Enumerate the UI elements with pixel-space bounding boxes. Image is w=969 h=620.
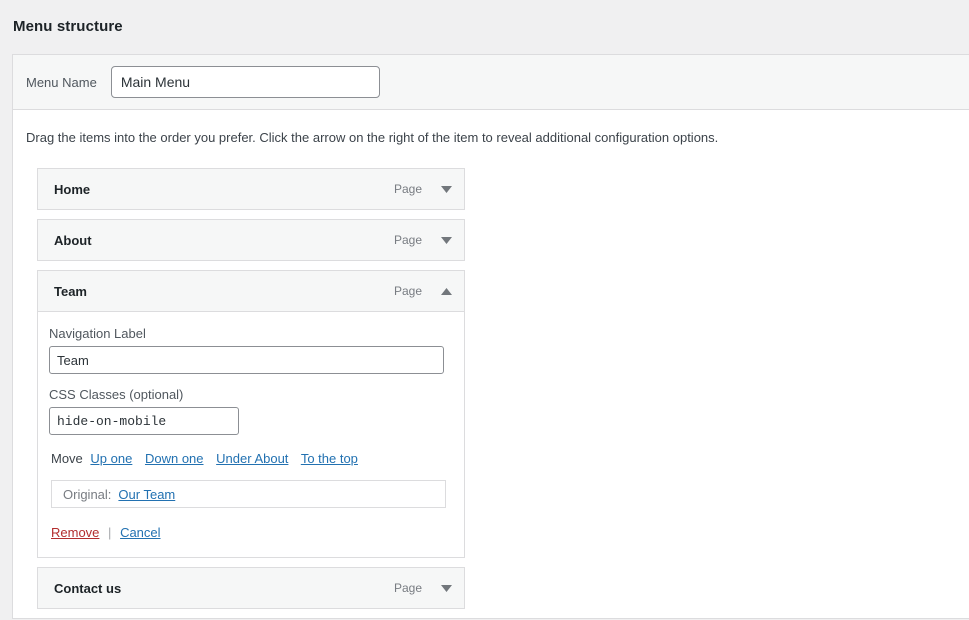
css-classes-input[interactable] [49, 407, 239, 436]
navigation-label-input[interactable] [49, 346, 444, 375]
menu-name-bar: Menu Name [13, 55, 969, 110]
menu-body: Drag the items into the order you prefer… [13, 110, 969, 610]
move-to-top-link[interactable]: To the top [301, 451, 358, 466]
menu-item-list: Home Page About Page Team Page Navigatio… [37, 168, 465, 610]
menu-item-title: About [54, 232, 92, 248]
drag-instructions: Drag the items into the order you prefer… [26, 130, 719, 145]
menu-item-header[interactable]: Contact us Page [37, 567, 465, 610]
chevron-down-icon[interactable] [439, 581, 453, 595]
navigation-label-label: Navigation Label [49, 326, 146, 342]
move-down-one-link[interactable]: Down one [145, 451, 204, 466]
menu-name-input[interactable] [110, 66, 380, 98]
original-label: Original: [63, 486, 112, 502]
menu-structure-card: Menu Name Drag the items into the order … [12, 54, 969, 620]
css-classes-label: CSS Classes (optional) [49, 387, 184, 403]
menu-item-type: Page [393, 233, 422, 248]
menu-item-type: Page [393, 581, 422, 596]
original-box: Original: Our Team [51, 480, 446, 509]
menu-item[interactable]: Team Page Navigation Label CSS Classes (… [37, 270, 465, 559]
move-row: Move Up one Down one Under About To the … [51, 451, 451, 466]
chevron-down-icon[interactable] [439, 233, 453, 247]
item-action-row: Remove | Cancel [51, 525, 451, 540]
menu-item-type: Page [393, 182, 422, 197]
chevron-down-icon[interactable] [439, 182, 453, 196]
action-separator: | [108, 525, 112, 541]
move-under-about-link[interactable]: Under About [216, 451, 288, 466]
menu-item-title: Team [54, 283, 87, 299]
menu-item-header[interactable]: Home Page [37, 168, 465, 211]
menu-item-title: Home [54, 181, 91, 197]
menu-item[interactable]: Contact us Page [37, 567, 465, 610]
chevron-up-icon[interactable] [439, 284, 453, 298]
remove-link[interactable]: Remove [51, 525, 99, 540]
move-up-one-link[interactable]: Up one [90, 451, 132, 466]
menu-item[interactable]: Home Page [37, 168, 465, 211]
menu-item-type: Page [393, 284, 422, 299]
css-classes-field: CSS Classes (optional) [49, 387, 451, 436]
menu-item[interactable]: About Page [37, 219, 465, 262]
menu-item-header[interactable]: Team Page [37, 270, 465, 313]
page-title: Menu structure [13, 18, 123, 35]
move-label: Move [51, 451, 83, 467]
cancel-link[interactable]: Cancel [120, 525, 160, 540]
menu-item-title: Contact us [54, 580, 122, 596]
menu-item-settings-panel: Navigation Label CSS Classes (optional) … [37, 312, 465, 559]
navigation-label-field: Navigation Label [49, 326, 451, 375]
menu-item-header[interactable]: About Page [37, 219, 465, 262]
menu-name-label: Menu Name [26, 74, 97, 90]
original-page-link[interactable]: Our Team [118, 487, 175, 502]
